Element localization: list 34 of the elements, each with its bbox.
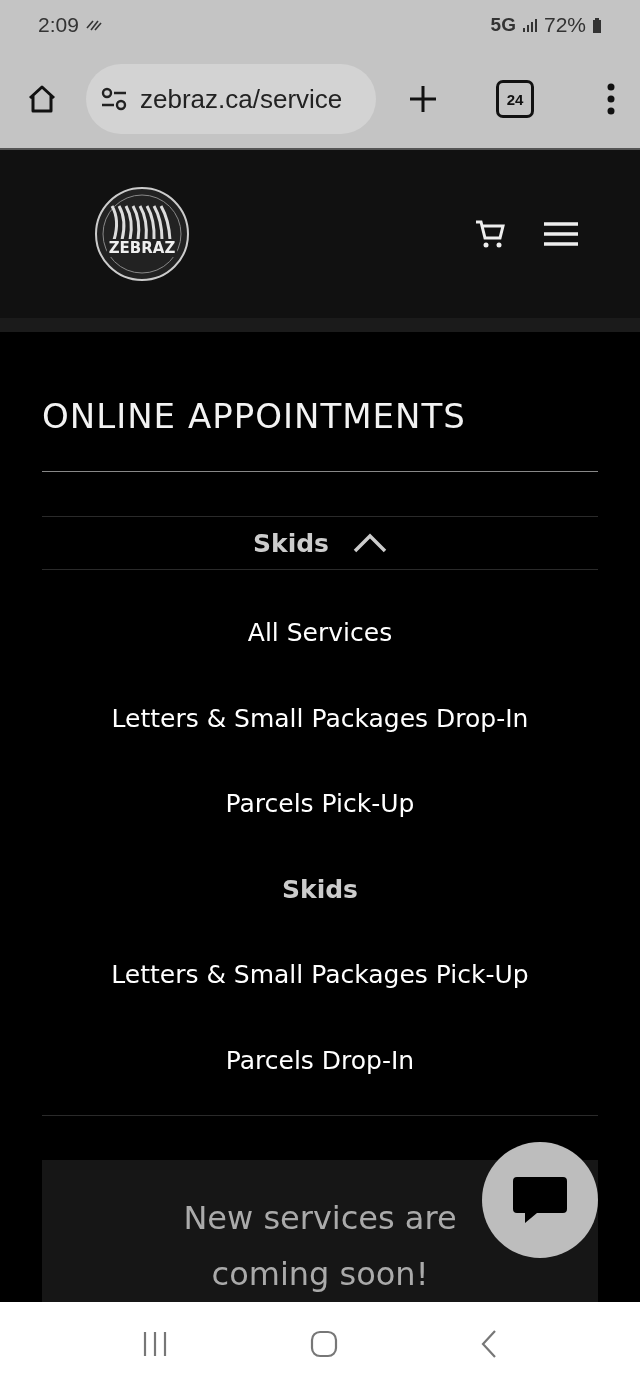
category-dropdown[interactable]: Skids: [42, 516, 598, 570]
data-activity-icon: [84, 18, 103, 32]
url-text: zebraz.ca/service: [140, 83, 343, 115]
page-title: ONLINE APPOINTMENTS: [42, 395, 467, 438]
chevron-up-icon: [353, 533, 387, 554]
cart-icon: [474, 218, 506, 250]
address-bar[interactable]: zebraz.ca/service: [86, 64, 376, 134]
service-link[interactable]: Letters & Small Packages Drop-In: [111, 675, 529, 761]
more-menu-button[interactable]: [606, 83, 616, 115]
menu-icon: [544, 221, 578, 247]
notice-text: New services are coming soon!: [182, 1198, 458, 1295]
battery-icon: [592, 17, 602, 33]
more-icon: [606, 83, 616, 115]
chat-icon: [513, 1177, 567, 1223]
tab-count-button[interactable]: 24: [496, 80, 534, 118]
cart-button[interactable]: [474, 218, 506, 250]
home-button[interactable]: [26, 83, 58, 115]
home-icon: [26, 83, 58, 115]
menu-button[interactable]: [544, 221, 578, 247]
service-link[interactable]: Parcels Drop-In: [225, 1017, 415, 1103]
new-tab-button[interactable]: [408, 84, 438, 114]
plus-icon: [408, 84, 438, 114]
service-link[interactable]: All Services: [247, 590, 393, 676]
logo-text: ZEBRAZ: [106, 239, 178, 257]
service-link[interactable]: Letters & Small Packages Pick-Up: [111, 932, 529, 1018]
service-link[interactable]: Skids: [282, 846, 358, 932]
service-link[interactable]: Parcels Pick-Up: [225, 761, 415, 847]
site-settings-icon: [100, 87, 128, 111]
network-label: 5G: [490, 14, 516, 36]
home-nav-icon: [310, 1329, 338, 1358]
signal-icon: [521, 18, 538, 32]
logo[interactable]: ZEBRAZ: [94, 186, 190, 282]
status-time: 2:09: [38, 13, 79, 37]
battery-percentage: 72%: [543, 13, 586, 37]
